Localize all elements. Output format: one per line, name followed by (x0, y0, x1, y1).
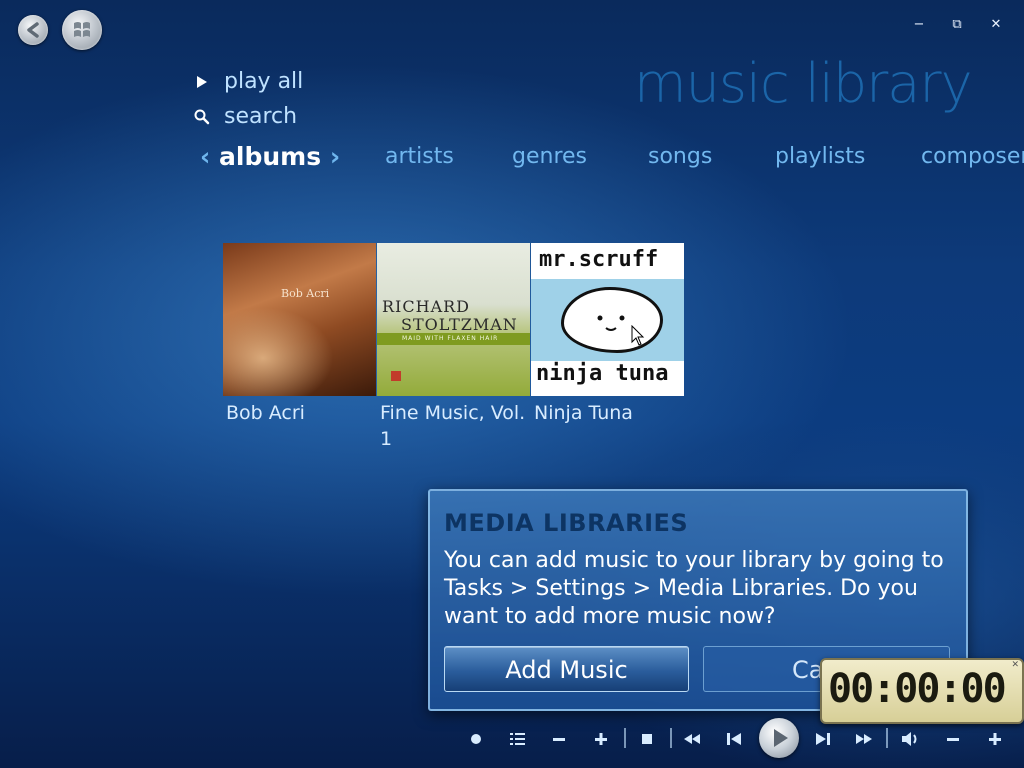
album-title: Ninja Tuna (534, 402, 633, 424)
windows-start-button[interactable] (62, 10, 102, 50)
volume-icon[interactable] (899, 728, 921, 750)
cover-title: Bob Acri (281, 287, 330, 300)
plus-icon[interactable] (590, 728, 612, 750)
album-tile[interactable]: RICHARD STOLTZMAN MAID WITH FLAXEN HAIR … (377, 243, 531, 452)
fast-forward-icon[interactable] (853, 728, 875, 750)
tab-albums[interactable]: ‹ albums › (200, 142, 340, 171)
transport-divider (624, 728, 626, 748)
record-icon[interactable] (465, 728, 487, 750)
cover-artist: RICHARD (382, 297, 470, 316)
timer-gadget[interactable]: 00:00:00 ✕ (820, 658, 1024, 724)
search-label: search (224, 104, 298, 129)
volume-down-icon[interactable] (942, 728, 964, 750)
album-tile[interactable]: mr.scruff ninja tuna Ninja Tuna (531, 243, 685, 426)
play-all-button[interactable]: play all (192, 69, 303, 94)
transport-divider (670, 728, 672, 748)
tab-albums-label: albums (219, 142, 322, 171)
minus-icon[interactable] (548, 728, 570, 750)
album-cover[interactable]: RICHARD STOLTZMAN MAID WITH FLAXEN HAIR (377, 243, 530, 396)
timer-close-icon[interactable]: ✕ (1011, 660, 1019, 670)
play-icon (197, 75, 207, 88)
dialog-title: MEDIA LIBRARIES (444, 509, 689, 537)
nav-right-arrow-icon[interactable]: › (330, 142, 340, 171)
tab-playlists[interactable]: playlists (775, 144, 865, 169)
tab-artists[interactable]: artists (385, 144, 454, 169)
play-icon (774, 729, 788, 747)
list-icon[interactable] (506, 728, 528, 750)
album-title: Fine Music, Vol. 1 (380, 402, 526, 450)
add-music-button[interactable]: Add Music (444, 646, 689, 692)
back-button[interactable] (18, 15, 48, 45)
search-icon (194, 109, 210, 124)
album-cover[interactable]: Bob Acri (223, 243, 376, 396)
volume-up-icon[interactable] (984, 728, 1006, 750)
close-window-button[interactable]: ✕ (985, 14, 1007, 36)
cover-artist-surname: STOLTZMAN (401, 315, 518, 334)
tab-composers[interactable]: composers (921, 144, 1024, 169)
windows-logo-icon (74, 22, 90, 37)
play-pause-button[interactable] (759, 718, 799, 758)
tab-genres[interactable]: genres (512, 144, 587, 169)
cover-title: ninja tuna (536, 361, 669, 386)
back-arrow-icon (27, 22, 39, 38)
cover-blob-illustration (561, 287, 663, 353)
mouse-cursor-icon (631, 325, 645, 346)
label-logo (391, 371, 401, 381)
rewind-icon[interactable] (681, 728, 703, 750)
previous-icon[interactable] (723, 728, 745, 750)
album-tile[interactable]: Bob Acri Bob Acri (223, 243, 377, 426)
cover-subtitle: MAID WITH FLAXEN HAIR (402, 335, 499, 342)
cover-artist: mr.scruff (539, 247, 659, 272)
stop-icon[interactable] (636, 728, 658, 750)
play-all-label: play all (224, 69, 304, 94)
next-icon[interactable] (812, 728, 834, 750)
dialog-message: You can add music to your library by goi… (444, 548, 944, 629)
restore-button[interactable]: ⧉ (946, 14, 968, 36)
album-cover[interactable]: mr.scruff ninja tuna (531, 243, 684, 396)
transport-divider (886, 728, 888, 748)
timer-display: 00:00:00 (828, 666, 1007, 712)
album-title: Bob Acri (226, 402, 305, 424)
tab-songs[interactable]: songs (648, 144, 712, 169)
page-title: music library (634, 52, 973, 115)
search-button[interactable]: search (192, 104, 297, 129)
nav-left-arrow-icon[interactable]: ‹ (200, 142, 210, 171)
minimize-button[interactable]: − (908, 14, 930, 36)
